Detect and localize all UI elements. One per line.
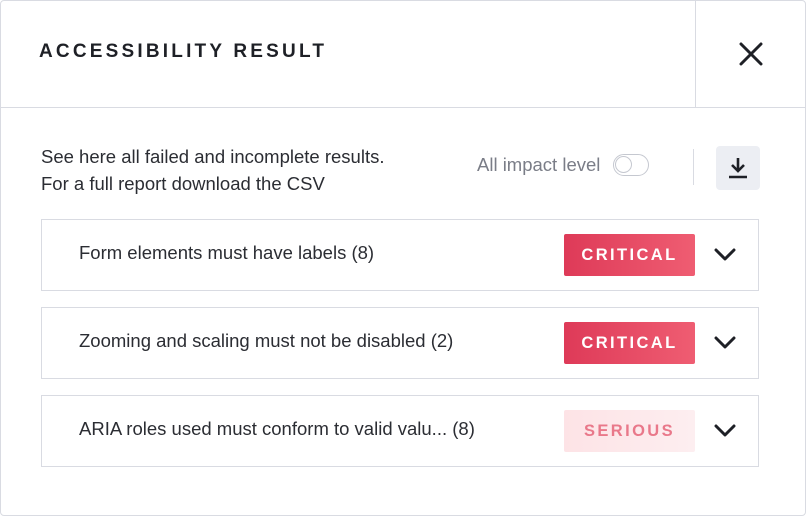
expand-toggle[interactable]	[713, 421, 737, 441]
impact-badge-serious: SERIOUS	[564, 410, 695, 452]
impact-badge-critical: CRITICAL	[564, 322, 695, 364]
chevron-down-icon	[714, 248, 736, 261]
panel-header: ACCESSIBILITY RESULT	[1, 1, 805, 108]
result-label: ARIA roles used must conform to valid va…	[79, 418, 475, 439]
accessibility-result-panel: ACCESSIBILITY RESULT See here all failed…	[0, 0, 806, 516]
download-csv-button[interactable]	[716, 146, 760, 190]
impact-level-label: All impact level	[477, 154, 601, 175]
impact-badge-critical: CRITICAL	[564, 234, 695, 276]
result-label: Form elements must have labels (8)	[79, 242, 375, 263]
expand-toggle[interactable]	[713, 245, 737, 265]
description-line-2: For a full report download the CSV	[41, 173, 325, 194]
expand-toggle[interactable]	[713, 333, 737, 353]
description-line-1: See here all failed and incomplete resul…	[41, 146, 385, 167]
result-row[interactable]: ARIA roles used must conform to valid va…	[41, 395, 759, 467]
result-row[interactable]: Zooming and scaling must not be disabled…	[41, 307, 759, 379]
chevron-down-icon	[714, 336, 736, 349]
panel-title: ACCESSIBILITY RESULT	[39, 41, 328, 62]
chevron-down-icon	[714, 424, 736, 437]
toolbar-divider	[693, 149, 694, 185]
impact-level-toggle[interactable]	[613, 154, 650, 176]
close-icon	[739, 42, 763, 66]
close-button[interactable]	[695, 1, 806, 107]
results-description: See here all failed and incomplete resul…	[41, 143, 384, 197]
result-label: Zooming and scaling must not be disabled…	[79, 330, 454, 351]
download-icon	[729, 158, 747, 179]
toggle-knob	[615, 156, 633, 173]
result-row[interactable]: Form elements must have labels (8) CRITI…	[41, 219, 759, 291]
impact-level-filter[interactable]: All impact level	[477, 154, 650, 176]
